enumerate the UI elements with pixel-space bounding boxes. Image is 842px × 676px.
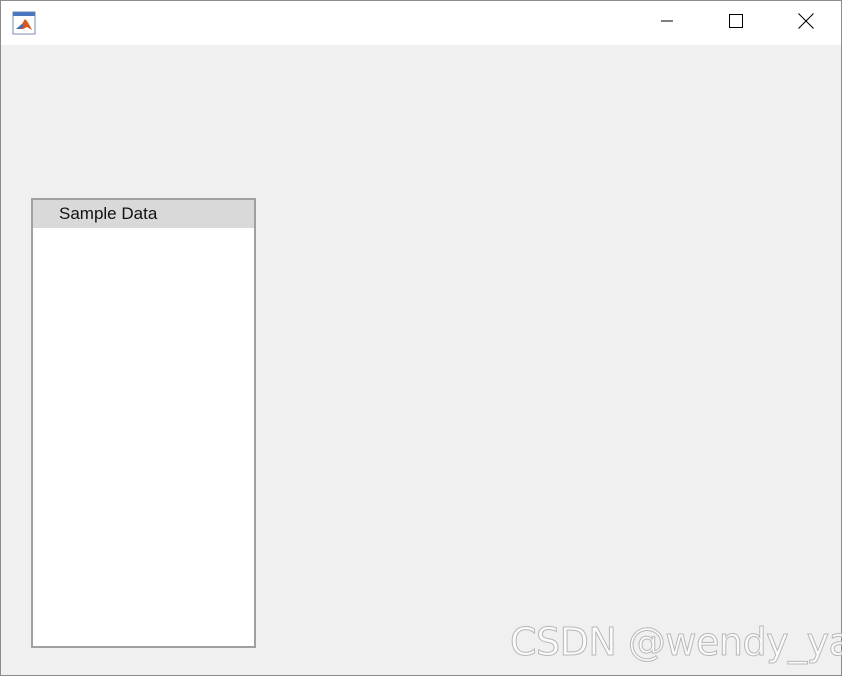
list-item[interactable]: Sample Data [33,200,254,228]
data-listbox[interactable]: Sample Data [31,198,256,648]
matlab-logo-icon[interactable] [12,11,36,35]
maximize-button[interactable] [701,1,771,45]
title-bar[interactable] [1,1,841,45]
figure-window: Sample Data [0,0,842,676]
close-icon [797,12,815,35]
figure-content-area: Sample Data [1,45,841,675]
close-button[interactable] [771,1,841,45]
watermark: CSDN @wendy_ya [509,620,842,665]
minimize-button[interactable] [632,1,702,45]
maximize-icon [728,13,744,34]
minimize-icon [659,13,675,34]
